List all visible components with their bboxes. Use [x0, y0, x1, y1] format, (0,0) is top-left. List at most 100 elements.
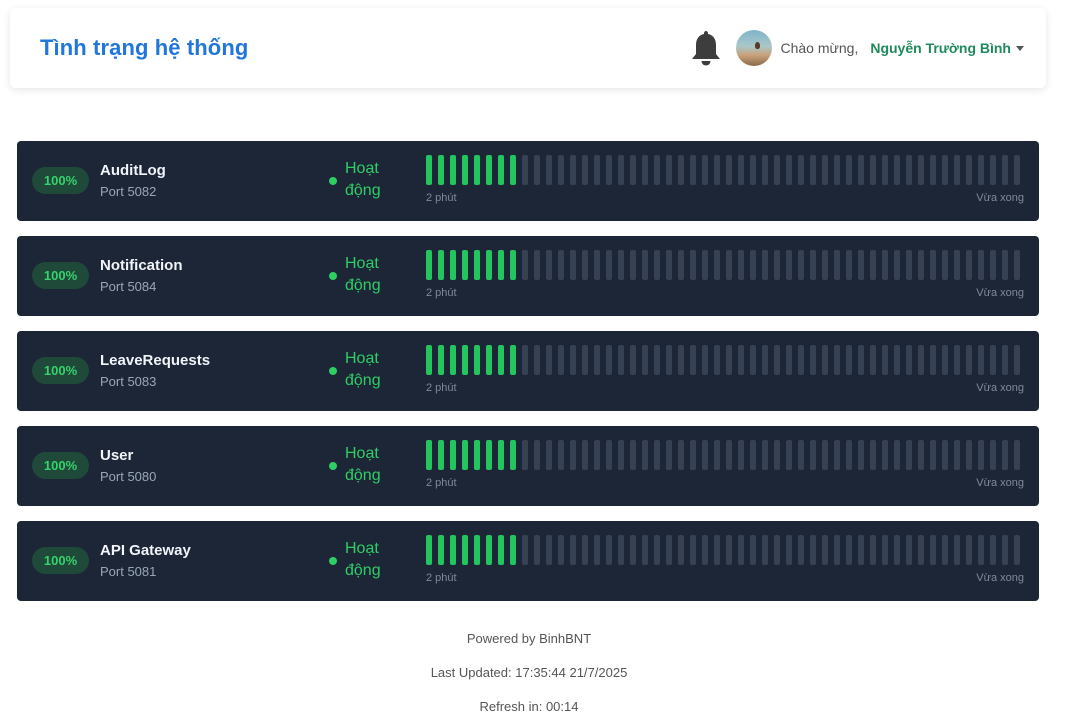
uptime-bar-up[interactable] [438, 345, 444, 375]
uptime-bar-up[interactable] [462, 250, 468, 280]
uptime-bar-empty[interactable] [894, 535, 900, 565]
uptime-bar-empty[interactable] [726, 345, 732, 375]
uptime-bar-empty[interactable] [690, 535, 696, 565]
uptime-bar-empty[interactable] [858, 155, 864, 185]
uptime-bar-empty[interactable] [606, 440, 612, 470]
uptime-bar-empty[interactable] [618, 440, 624, 470]
uptime-bar-empty[interactable] [582, 345, 588, 375]
uptime-bar-empty[interactable] [546, 155, 552, 185]
uptime-bar-empty[interactable] [786, 535, 792, 565]
uptime-bar-empty[interactable] [942, 250, 948, 280]
uptime-bar-empty[interactable] [870, 535, 876, 565]
uptime-bar-empty[interactable] [954, 250, 960, 280]
uptime-bar-empty[interactable] [738, 345, 744, 375]
uptime-bar-empty[interactable] [762, 155, 768, 185]
uptime-bar-empty[interactable] [618, 345, 624, 375]
uptime-bar-up[interactable] [474, 155, 480, 185]
uptime-bar-empty[interactable] [942, 155, 948, 185]
uptime-bar-up[interactable] [438, 250, 444, 280]
uptime-bar-up[interactable] [474, 535, 480, 565]
uptime-bar-empty[interactable] [654, 535, 660, 565]
uptime-bar-empty[interactable] [834, 155, 840, 185]
uptime-bar-empty[interactable] [858, 535, 864, 565]
uptime-bar-up[interactable] [450, 155, 456, 185]
uptime-bar-empty[interactable] [810, 250, 816, 280]
uptime-bar-empty[interactable] [594, 440, 600, 470]
uptime-bar-up[interactable] [426, 535, 432, 565]
uptime-bar-empty[interactable] [582, 250, 588, 280]
uptime-bar-up[interactable] [498, 440, 504, 470]
uptime-bar-empty[interactable] [894, 250, 900, 280]
uptime-bar-empty[interactable] [1014, 345, 1020, 375]
uptime-bar-empty[interactable] [594, 155, 600, 185]
uptime-bar-empty[interactable] [846, 345, 852, 375]
uptime-bar-empty[interactable] [990, 345, 996, 375]
uptime-bar-empty[interactable] [570, 155, 576, 185]
uptime-bar-empty[interactable] [762, 535, 768, 565]
uptime-bar-empty[interactable] [750, 155, 756, 185]
uptime-bar-empty[interactable] [954, 535, 960, 565]
uptime-bar-empty[interactable] [714, 440, 720, 470]
uptime-bar-up[interactable] [498, 535, 504, 565]
uptime-bar-empty[interactable] [786, 440, 792, 470]
uptime-bar-empty[interactable] [690, 440, 696, 470]
uptime-bar-empty[interactable] [594, 250, 600, 280]
uptime-bar-empty[interactable] [786, 345, 792, 375]
uptime-bar-empty[interactable] [906, 535, 912, 565]
uptime-bar-empty[interactable] [870, 250, 876, 280]
uptime-bar-empty[interactable] [942, 440, 948, 470]
uptime-bar-up[interactable] [438, 155, 444, 185]
uptime-bar-empty[interactable] [774, 155, 780, 185]
uptime-bar-empty[interactable] [786, 250, 792, 280]
uptime-bar-empty[interactable] [606, 345, 612, 375]
uptime-bar-empty[interactable] [534, 345, 540, 375]
uptime-bar-empty[interactable] [882, 440, 888, 470]
uptime-bar-up[interactable] [426, 250, 432, 280]
uptime-bar-empty[interactable] [558, 155, 564, 185]
uptime-bar-empty[interactable] [630, 155, 636, 185]
uptime-bar-empty[interactable] [846, 250, 852, 280]
uptime-bar-up[interactable] [426, 345, 432, 375]
uptime-bar-empty[interactable] [522, 155, 528, 185]
uptime-bar-empty[interactable] [546, 440, 552, 470]
uptime-bar-empty[interactable] [522, 440, 528, 470]
uptime-bar-empty[interactable] [558, 250, 564, 280]
uptime-bar-empty[interactable] [558, 440, 564, 470]
uptime-bar-empty[interactable] [810, 345, 816, 375]
uptime-bar-empty[interactable] [1002, 440, 1008, 470]
uptime-bar-empty[interactable] [774, 250, 780, 280]
uptime-bar-up[interactable] [498, 345, 504, 375]
uptime-bar-empty[interactable] [990, 535, 996, 565]
uptime-bar-empty[interactable] [834, 345, 840, 375]
uptime-bar-empty[interactable] [978, 440, 984, 470]
uptime-bar-empty[interactable] [822, 440, 828, 470]
uptime-bar-empty[interactable] [906, 345, 912, 375]
uptime-bar-empty[interactable] [990, 440, 996, 470]
uptime-bar-empty[interactable] [978, 155, 984, 185]
uptime-bar-up[interactable] [426, 155, 432, 185]
uptime-bar-up[interactable] [462, 535, 468, 565]
uptime-bar-up[interactable] [462, 440, 468, 470]
uptime-bar-empty[interactable] [534, 250, 540, 280]
uptime-bar-empty[interactable] [870, 440, 876, 470]
uptime-bar-empty[interactable] [762, 345, 768, 375]
uptime-bar-empty[interactable] [642, 345, 648, 375]
uptime-bar-empty[interactable] [702, 155, 708, 185]
uptime-bar-empty[interactable] [654, 440, 660, 470]
uptime-bar-empty[interactable] [654, 250, 660, 280]
uptime-bar-empty[interactable] [678, 250, 684, 280]
uptime-bar-empty[interactable] [978, 250, 984, 280]
uptime-bar-empty[interactable] [762, 440, 768, 470]
uptime-bar-up[interactable] [438, 535, 444, 565]
uptime-bar-up[interactable] [438, 440, 444, 470]
uptime-bar-empty[interactable] [954, 345, 960, 375]
uptime-bar-empty[interactable] [666, 535, 672, 565]
uptime-bar-empty[interactable] [810, 535, 816, 565]
uptime-bar-up[interactable] [450, 535, 456, 565]
uptime-bar-empty[interactable] [906, 155, 912, 185]
uptime-bar-empty[interactable] [966, 535, 972, 565]
uptime-bar-empty[interactable] [522, 535, 528, 565]
uptime-bar-empty[interactable] [726, 440, 732, 470]
user-menu-dropdown[interactable]: Nguyễn Trường Bình [870, 40, 1024, 56]
uptime-bar-empty[interactable] [582, 440, 588, 470]
